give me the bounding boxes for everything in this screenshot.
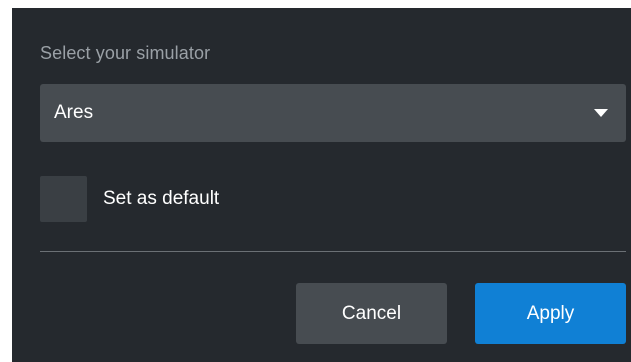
set-default-option[interactable]: Set as default bbox=[40, 176, 340, 222]
divider bbox=[40, 251, 626, 252]
select-simulator-label: Select your simulator bbox=[40, 43, 211, 63]
set-default-checkbox[interactable] bbox=[40, 176, 87, 222]
apply-button[interactable]: Apply bbox=[475, 283, 626, 344]
simulator-select[interactable]: Ares bbox=[40, 84, 626, 142]
cancel-button[interactable]: Cancel bbox=[296, 283, 447, 344]
set-default-label[interactable]: Set as default bbox=[103, 176, 219, 222]
simulator-select-value: Ares bbox=[54, 102, 94, 123]
caret-down-icon bbox=[594, 109, 608, 117]
select-simulator-dialog: Select your simulator Ares Set as defaul… bbox=[12, 8, 631, 362]
page-background: Select your simulator Ares Set as defaul… bbox=[0, 0, 631, 362]
